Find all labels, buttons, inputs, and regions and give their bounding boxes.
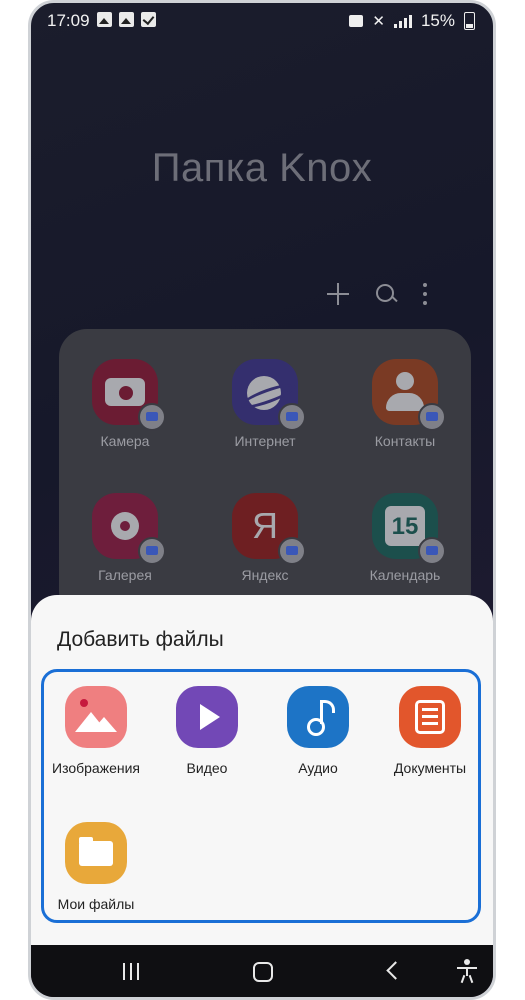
calendar-icon: 15 (372, 493, 446, 565)
check-notification-icon (141, 12, 156, 27)
my-files-icon (65, 822, 127, 884)
add-files-sheet: Добавить файлы Изображения Видео Аудио Д… (31, 595, 493, 950)
secure-badge-icon (418, 403, 446, 431)
gallery-icon (92, 493, 166, 565)
camera-icon (92, 359, 166, 431)
back-button[interactable] (386, 961, 405, 980)
app-label: Галерея (98, 567, 152, 583)
calendar-day: 15 (385, 506, 425, 546)
notification-icons (97, 12, 156, 27)
secure-badge-icon (278, 403, 306, 431)
navigation-bar (31, 945, 493, 997)
apps-grid: Камера Интернет Контакты Галерея Я Яндек… (59, 329, 471, 619)
status-time: 17:09 (47, 11, 90, 30)
yandex-icon: Я (232, 493, 306, 565)
option-label: Изображения (52, 760, 140, 776)
option-video[interactable]: Видео (151, 686, 263, 776)
add-icon[interactable] (327, 283, 349, 305)
more-options-icon[interactable] (423, 283, 427, 305)
yandex-letter: Я (252, 505, 278, 546)
mute-icon: ✕ (372, 13, 385, 30)
option-audio[interactable]: Аудио (262, 686, 374, 776)
search-icon[interactable] (375, 283, 397, 305)
system-icons: ✕ 15% (349, 11, 475, 31)
highlight-box: Изображения Видео Аудио Документы Мои фа… (41, 669, 481, 923)
documents-icon (399, 686, 461, 748)
app-camera[interactable]: Камера (70, 359, 180, 449)
secure-badge-icon (278, 537, 306, 565)
app-calendar[interactable]: 15 Календарь (350, 493, 460, 583)
status-bar: 17:09 ✕ 15% (31, 3, 493, 37)
app-internet[interactable]: Интернет (210, 359, 320, 449)
option-pictures[interactable]: Изображения (40, 686, 152, 776)
secure-badge-icon (138, 537, 166, 565)
sheet-title: Добавить файлы (57, 628, 224, 651)
option-label: Документы (393, 760, 467, 776)
signal-icon (393, 14, 412, 28)
gallery-notification-icon (119, 12, 134, 27)
app-label: Камера (100, 433, 150, 449)
option-label: Аудио (298, 760, 338, 776)
option-documents[interactable]: Документы (374, 686, 486, 776)
battery-text: 15% (420, 11, 455, 30)
phone-screen: 17:09 ✕ 15% Папка Knox Камера Интернет К… (28, 0, 496, 1000)
option-label: Мои файлы (57, 896, 135, 912)
video-icon (176, 686, 238, 748)
internet-icon (232, 359, 306, 431)
home-button[interactable] (253, 962, 273, 982)
app-label: Контакты (374, 433, 436, 449)
app-label: Яндекс (241, 567, 289, 583)
folder-title: Папка Knox (151, 146, 373, 190)
app-contacts[interactable]: Контакты (350, 359, 460, 449)
contacts-icon (372, 359, 446, 431)
recent-apps-button[interactable] (123, 963, 139, 980)
app-yandex[interactable]: Я Яндекс (210, 493, 320, 583)
battery-icon (464, 12, 475, 30)
app-label: Календарь (369, 567, 441, 583)
folder-toolbar (327, 283, 427, 305)
accessibility-icon[interactable] (455, 959, 479, 984)
secure-folder-status-icon (349, 15, 364, 27)
audio-icon (287, 686, 349, 748)
option-label: Видео (186, 760, 228, 776)
image-notification-icon (97, 12, 112, 27)
pictures-icon (65, 686, 127, 748)
secure-badge-icon (138, 403, 166, 431)
secure-badge-icon (418, 537, 446, 565)
app-label: Интернет (234, 433, 296, 449)
app-gallery[interactable]: Галерея (70, 493, 180, 583)
option-my-files[interactable]: Мои файлы (40, 822, 152, 912)
